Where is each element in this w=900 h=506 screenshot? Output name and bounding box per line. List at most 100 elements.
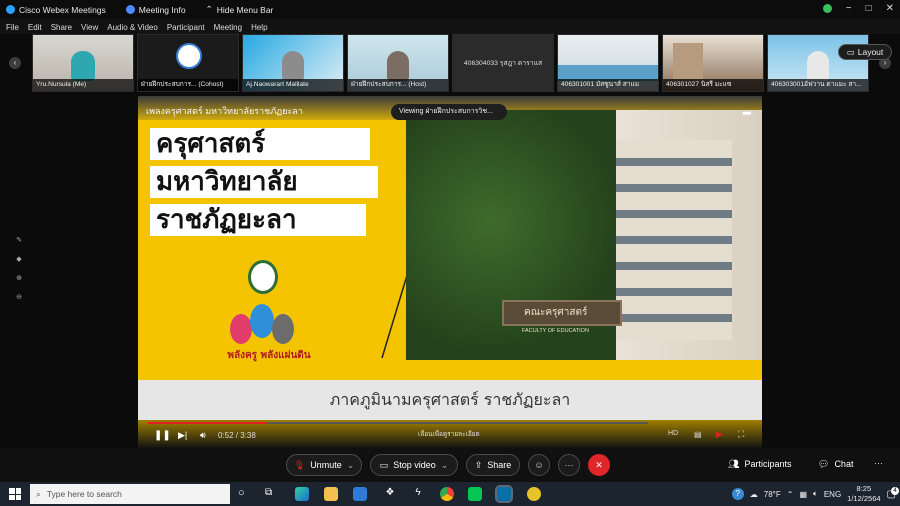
- participant-tile[interactable]: 406303001อัฟวาน ดาแมะ สา...: [767, 34, 869, 92]
- panel-more-button[interactable]: ···: [874, 458, 883, 468]
- menu-file[interactable]: File: [6, 23, 19, 32]
- share-icon: ⇪: [474, 459, 483, 470]
- cortana-icon[interactable]: ○: [238, 487, 245, 499]
- lightning-app-icon[interactable]: ϟ: [411, 487, 425, 501]
- banner-line-1: ครุศาสตร์: [150, 128, 370, 160]
- meeting-info-label: Meeting Info: [138, 4, 186, 15]
- hd-icon[interactable]: HD: [668, 430, 678, 437]
- reactions-button[interactable]: ☺: [528, 454, 550, 476]
- window-controls: − □ ✕: [822, 3, 894, 14]
- smiley-icon: ☺: [534, 460, 544, 470]
- participant-video: [282, 51, 304, 81]
- zoom-in-icon[interactable]: ⊕: [12, 274, 26, 282]
- next-icon[interactable]: ▶|: [178, 430, 187, 441]
- dropbox-icon[interactable]: ❖: [383, 487, 397, 501]
- maximize-button[interactable]: □: [866, 3, 872, 14]
- close-icon: ✕: [595, 460, 603, 470]
- unmute-button[interactable]: 🎙︎ Unmute ⌄: [286, 454, 362, 476]
- status-icon: [822, 4, 832, 13]
- close-button[interactable]: ✕: [886, 3, 894, 14]
- volume-icon[interactable]: 🔊︎: [200, 430, 206, 441]
- participant-video: [807, 51, 829, 81]
- participant-video: [387, 51, 409, 81]
- muted-mic-icon: 🎙︎: [293, 459, 306, 470]
- app-icon[interactable]: [527, 487, 541, 501]
- participant-tile[interactable]: Aj.Naowarart Malilate: [242, 34, 344, 92]
- file-explorer-icon[interactable]: [324, 487, 338, 501]
- app-title: Cisco Webex Meetings: [6, 5, 106, 15]
- strip-prev-button[interactable]: ‹: [9, 57, 21, 69]
- search-icon: ⌕: [36, 488, 41, 499]
- chat-icon: 💬︎: [818, 459, 830, 469]
- layout-button[interactable]: ▭ Layout: [838, 44, 892, 60]
- network-icon[interactable]: ▦: [799, 490, 807, 499]
- participants-button[interactable]: 👥︎ Participants: [728, 459, 791, 470]
- avatar: [176, 43, 202, 69]
- menu-edit[interactable]: Edit: [28, 23, 42, 32]
- participant-tile[interactable]: 406301027 นิสรี มะแซ: [662, 34, 764, 92]
- notifications-icon[interactable]: ▢ 4: [887, 486, 899, 500]
- captions-icon[interactable]: ▤: [694, 430, 702, 439]
- hide-menu-bar-label: Hide Menu Bar: [216, 4, 274, 15]
- menu-help[interactable]: Help: [251, 23, 267, 32]
- meeting-info-button[interactable]: Meeting Info: [125, 4, 186, 15]
- volume-tray-icon[interactable]: 🔈︎: [813, 489, 818, 499]
- university-seal-logo: [248, 260, 278, 294]
- viewing-indicator: Viewing ฝ่ายฝึกประสบการวิช...: [391, 104, 507, 120]
- participant-tile[interactable]: ฝ่ายฝึกประสบการ... (Cohost): [137, 34, 239, 92]
- zoom-out-icon[interactable]: ⊖: [12, 293, 26, 301]
- more-options-button[interactable]: ···: [558, 454, 580, 476]
- stop-video-button[interactable]: ▭ Stop video ⌄: [370, 454, 458, 476]
- input-language[interactable]: ENG: [824, 490, 841, 499]
- chat-button[interactable]: 💬︎ Chat: [818, 459, 853, 470]
- participant-tile[interactable]: ฝ่ายฝึกประสบการ... (Host): [347, 34, 449, 92]
- task-view-icon[interactable]: ⧉: [265, 487, 272, 498]
- system-tray: ? ☁ 78°F ⌃ ▦ 🔈︎ ENG 8:25 1/12/2564 ▢ 4: [731, 484, 899, 504]
- pause-icon[interactable]: ❚❚: [154, 430, 171, 441]
- pointer-icon[interactable]: ◆: [12, 255, 26, 263]
- participant-name: ฝ่ายฝึกประสบการ... (Cohost): [138, 79, 238, 91]
- chevron-down-icon: ⌄: [346, 459, 355, 470]
- taskbar-search-box[interactable]: ⌕ Type here to search: [30, 484, 230, 504]
- participant-tile[interactable]: Yru.Nursula (Me): [32, 34, 134, 92]
- webex-taskbar-icon[interactable]: [495, 485, 513, 503]
- mail-icon[interactable]: [353, 487, 367, 501]
- share-label: Share: [487, 460, 512, 470]
- hide-menu-bar-button[interactable]: ⌃ Hide Menu Bar: [206, 4, 274, 15]
- unmute-label: Unmute: [310, 460, 342, 470]
- weather-temp[interactable]: 78°F: [764, 490, 781, 499]
- video-player-controls: ❚❚ ▶| 🔊︎ 0:52 / 3:38 เลื่อนเพื่อดูรายละเ…: [138, 420, 762, 448]
- video-camera-icon: ▭: [379, 459, 389, 470]
- edge-icon[interactable]: [295, 487, 309, 501]
- menu-meeting[interactable]: Meeting: [214, 23, 242, 32]
- share-arrow-icon[interactable]: ➦: [742, 106, 752, 120]
- participant-name: Aj.Naowarart Malilate: [243, 79, 343, 91]
- fullscreen-icon[interactable]: ⛶: [738, 429, 744, 440]
- menu-share[interactable]: Share: [51, 23, 72, 32]
- participant-name: 406301001 มัสซูนาส์ สาแม: [558, 79, 658, 91]
- leave-meeting-button[interactable]: ✕: [588, 454, 610, 476]
- tray-chevron-icon[interactable]: ⌃: [787, 490, 794, 499]
- chrome-icon[interactable]: [440, 487, 454, 501]
- layout-label: Layout: [857, 47, 884, 57]
- windows-start-icon[interactable]: [9, 488, 21, 500]
- participant-name: Yru.Nursula (Me): [33, 79, 133, 91]
- participant-name: 406304033 รุสฎา ดาราแส: [463, 60, 543, 67]
- help-icon[interactable]: ?: [731, 488, 744, 500]
- faculty-sign: คณะครุศาสตร์: [502, 300, 622, 326]
- clock[interactable]: 8:25 1/12/2564: [847, 484, 880, 504]
- chevron-up-icon: ⌃: [205, 4, 213, 14]
- menu-audio-video[interactable]: Audio & Video: [107, 23, 158, 32]
- menu-view[interactable]: View: [81, 23, 98, 32]
- youtube-icon[interactable]: ▶: [716, 429, 723, 440]
- annotate-icon[interactable]: ✎: [12, 236, 26, 244]
- menu-participant[interactable]: Participant: [167, 23, 205, 32]
- video-progress-bar[interactable]: [148, 422, 648, 424]
- participant-tile[interactable]: 406301001 มัสซูนาส์ สาแม: [557, 34, 659, 92]
- participants-label: Participants: [744, 459, 792, 469]
- participant-name: 406301027 นิสรี มะแซ: [663, 79, 763, 91]
- line-app-icon[interactable]: [468, 487, 482, 501]
- participant-tile[interactable]: 406304033 รุสฎา ดาราแส: [452, 34, 554, 92]
- minimize-button[interactable]: −: [846, 3, 852, 14]
- share-button[interactable]: ⇪ Share: [466, 454, 520, 476]
